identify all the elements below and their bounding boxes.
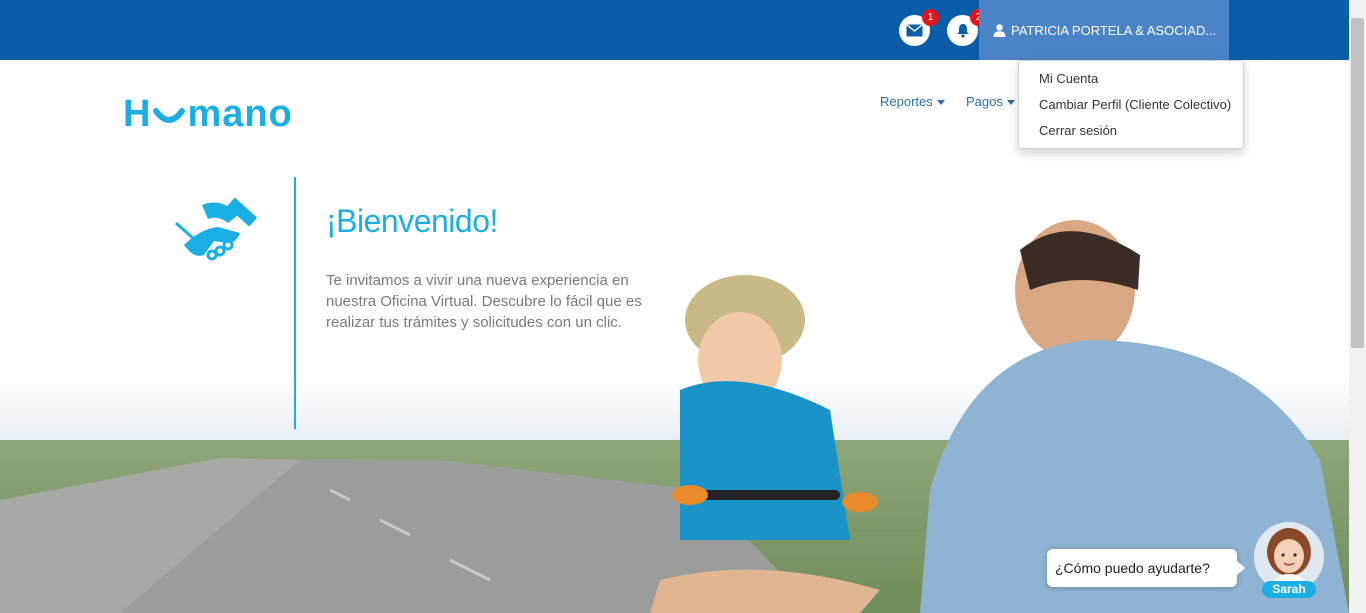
logo-suffix: mano [187,92,293,135]
caret-down-icon [1006,100,1015,106]
user-icon [993,23,1006,37]
scrollbar-thumb[interactable] [1351,18,1364,348]
humano-logo[interactable]: H mano [123,92,293,135]
menu-item-cerrar-sesion[interactable]: Cerrar sesión [1019,121,1243,147]
assistant-name-badge: Sarah [1262,581,1316,598]
messages-badge: 1 [922,9,939,26]
user-dropdown-menu: Mi Cuenta Cambiar Perfil (Cliente Colect… [1018,60,1244,149]
user-menu-toggle[interactable]: PATRICIA PORTELA & ASOCIAD... [979,0,1229,60]
logo-prefix: H [123,92,152,135]
smile-logo-icon [153,108,186,123]
messages-button[interactable]: 1 [899,9,939,46]
nav-reportes[interactable]: Reportes [880,94,945,109]
welcome-title: ¡Bienvenido! [326,203,498,239]
welcome-divider [294,177,296,429]
welcome-text: Te invitamos a vivir una nueva experienc… [326,272,642,331]
chat-prompt-bubble[interactable]: ¿Cómo puedo ayudarte? [1047,549,1245,587]
handshake-icon [175,197,258,261]
mail-icon [906,24,923,37]
page-scrollbar[interactable] [1349,0,1366,613]
nav-reportes-label: Reportes [880,94,933,109]
caret-down-icon [936,100,945,106]
nav-pagos[interactable]: Pagos [966,94,1015,109]
menu-item-mi-cuenta[interactable]: Mi Cuenta [1019,69,1243,95]
top-bar: 1 2 PATRICIA PORTELA & ASOCIAD... [0,0,1349,60]
bell-icon [956,24,969,38]
user-name: PATRICIA PORTELA & ASOCIAD... [1011,22,1217,38]
nav-pagos-label: Pagos [966,94,1003,109]
menu-item-cambiar-perfil[interactable]: Cambiar Perfil (Cliente Colectivo) [1019,95,1243,121]
notifications-button[interactable]: 2 [947,9,987,46]
